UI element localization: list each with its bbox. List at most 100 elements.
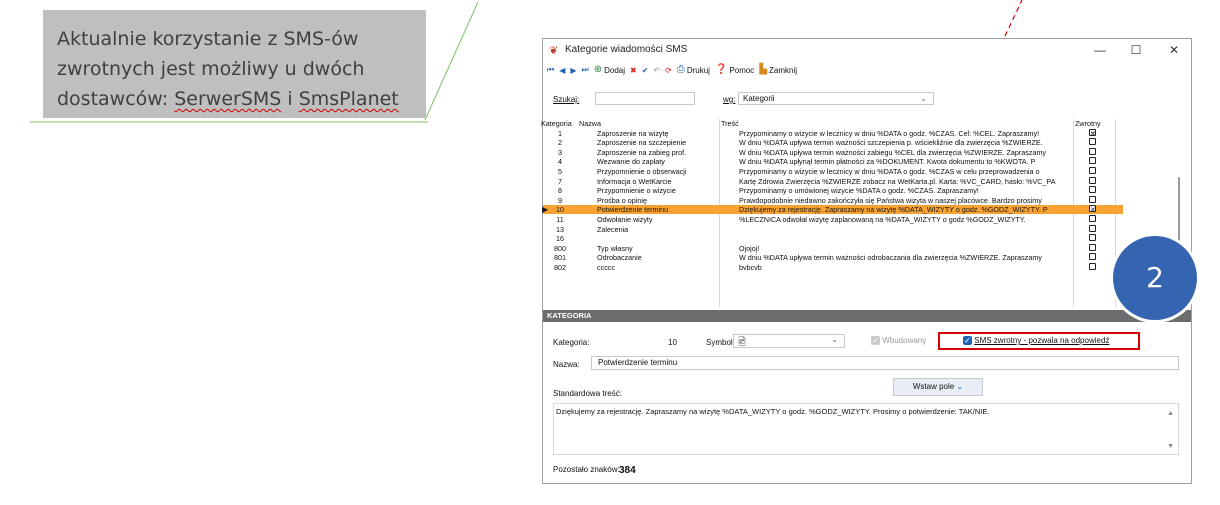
table-row[interactable]: 801 Odrobaczanie W dniu %DATA upływa termi… (543, 253, 1123, 263)
checkbox-empty-icon[interactable] (1089, 234, 1096, 242)
next-record-icon[interactable]: ▶ (570, 66, 576, 75)
table-row[interactable]: 800 Typ własny Ojojoj! (543, 243, 1123, 253)
insert-field-button[interactable]: Wstaw pole ⌄ (893, 378, 983, 396)
maximize-button[interactable]: ☐ (1121, 41, 1151, 59)
std-content-textarea[interactable]: Dziękujemy za rejestrację. Zapraszamy na… (553, 403, 1179, 455)
cell-content: Dziękujemy za rejestrację. Zapraszamy na… (739, 205, 1048, 215)
cell-category: 801 (554, 253, 566, 263)
table-row[interactable]: 3 Zaproszenie na zabieg prof. W dniu %DATA… (543, 147, 1123, 157)
prev-record-icon[interactable]: ◀ (559, 66, 565, 75)
callout-line-1: Aktualnie korzystanie z SMS-ów (57, 28, 359, 50)
checkbox-checked-icon: ✓ (963, 336, 972, 346)
provider-serwersms: SerwerSMS (174, 88, 282, 110)
exit-door-icon: ▙ (759, 64, 768, 75)
cell-name: Zaproszenie na wizytę (597, 128, 669, 138)
cell-content: W dniu %DATA upływa termin ważności odro… (739, 253, 1042, 263)
search-by-label: wg: (723, 95, 736, 104)
cell-category: 5 (558, 166, 562, 176)
grid-header: Kategoria Nazwa Treść Zwrotny (541, 119, 1183, 128)
print-button-label: Drukuj (686, 65, 710, 75)
printer-icon: ⎙ (676, 64, 685, 75)
close-button[interactable]: ✕ (1159, 41, 1189, 59)
first-record-icon[interactable]: ⏮ (547, 65, 554, 75)
checkbox-empty-icon[interactable] (1089, 186, 1096, 194)
sms-categories-window: ❦ Kategorie wiadomości SMS — ☐ ✕ ⏮ ◀ ▶ ⏭… (541, 38, 1192, 484)
undo-icon[interactable]: ↶ (653, 66, 660, 75)
cell-category: 800 (554, 243, 566, 253)
callout-line-2: zwrotnych jest możliwy u dwóch (57, 58, 365, 80)
col-content[interactable]: Treść (721, 119, 739, 128)
checkbox-checked-icon[interactable]: ✕ (1089, 205, 1096, 213)
cell-name: ccccc (597, 262, 615, 272)
cell-name: Odrobaczanie (597, 253, 642, 263)
table-row[interactable]: 802 ccccc bvbcvb (543, 262, 1123, 272)
table-row[interactable]: 16 (543, 234, 1123, 244)
add-button[interactable]: ⊕ Dodaj (594, 65, 625, 75)
scroll-up-icon[interactable]: ▲ (1167, 410, 1174, 417)
print-button[interactable]: ⎙ Drukuj (677, 65, 710, 75)
minimize-button[interactable]: — (1085, 41, 1115, 59)
checkbox-empty-icon[interactable] (1089, 243, 1096, 251)
cell-name: Przypomnienie o obserwacji (597, 166, 687, 176)
refresh-icon[interactable]: ⟳ (665, 66, 672, 75)
symbol-select[interactable]: 🖻 ⌄ (733, 334, 845, 348)
provider-smsplanet: SmsPlanet (298, 88, 399, 110)
help-button[interactable]: ❓ Pomoc (715, 65, 754, 75)
search-by-select[interactable]: Kategorii ⌄ (738, 92, 934, 105)
checkbox-empty-icon[interactable] (1089, 157, 1096, 165)
checkbox-empty-icon[interactable] (1089, 214, 1096, 222)
step-badge: 2 (1113, 236, 1197, 320)
cell-name: Przypomnienie o wizycie (597, 186, 676, 196)
col-reply[interactable]: Zwrotny (1075, 119, 1101, 128)
close-window-button[interactable]: ▙ Zamknij (759, 65, 797, 75)
cell-category: 9 (558, 195, 562, 205)
name-field[interactable]: Potwierdzenie terminu (591, 356, 1179, 370)
table-row[interactable]: 8 Przypomnienie o wizycie Przypominamy o u… (543, 186, 1123, 196)
checkbox-empty-icon[interactable] (1089, 224, 1096, 232)
callout-line-3: dostawców: SerwerSMS i SmsPlanet (57, 84, 416, 114)
title-bar: ❦ Kategorie wiadomości SMS — ☐ ✕ (543, 39, 1191, 61)
table-row[interactable]: 13 Zalecenia (543, 224, 1123, 234)
callout-line-3-prefix: dostawców: (57, 88, 175, 110)
section-header: KATEGORIA (543, 310, 1191, 322)
checkbox-empty-icon[interactable] (1089, 147, 1096, 155)
table-row[interactable]: 5 Przypomnienie o obserwacji Przypominamy … (543, 166, 1123, 176)
checkbox-empty-icon[interactable] (1089, 176, 1096, 184)
symbol-picture-icon: 🖻 (738, 337, 747, 348)
cell-name: Informacja o WetKarcie (597, 176, 672, 186)
cell-name: Potwierdzenie terminu (597, 205, 669, 215)
reply-sms-checkbox[interactable]: ✓ SMS zwrotny - pozwala na odpowiedź (963, 336, 1109, 346)
builtin-label: Wbudowany (882, 336, 927, 345)
insert-field-label: Wstaw pole (912, 382, 955, 391)
category-form: Kategoria: 10 Symbol: 🖻 ⌄ ✓ Wbudowany ✓ … (543, 323, 1191, 483)
delete-icon[interactable]: ✖ (630, 66, 637, 75)
table-row[interactable]: 7 Informacja o WetKarcie Kartę Zdrowia Zwi… (543, 176, 1123, 186)
table-row[interactable]: 1 Zaproszenie na wizytę Przypominamy o wiz… (543, 128, 1123, 138)
checkbox-empty-icon[interactable] (1089, 195, 1096, 203)
table-row[interactable]: ▶ 10 Potwierdzenie terminu Dziękujemy za re… (542, 204, 1123, 215)
app-icon: ❦ (549, 45, 559, 57)
cell-name: Zalecenia (597, 224, 629, 234)
last-record-icon[interactable]: ⏭ (582, 65, 589, 75)
checkbox-checked-icon[interactable]: ✕ (1089, 128, 1096, 136)
search-input[interactable] (595, 92, 695, 105)
cell-content: W dniu %DATA upłynął termin płatności za… (739, 157, 1036, 167)
col-name[interactable]: Nazwa (579, 119, 601, 128)
chevron-down-icon: ⌄ (831, 335, 838, 344)
table-row[interactable]: 4 Wezwanie do zapłaty W dniu %DATA upłynął… (543, 157, 1123, 167)
plus-circle-icon: ⊕ (593, 64, 603, 75)
checkbox-empty-icon[interactable] (1089, 262, 1096, 270)
checkbox-empty-icon[interactable] (1089, 138, 1096, 146)
checkbox-empty-icon[interactable] (1089, 166, 1096, 174)
col-category[interactable]: Kategoria (541, 119, 572, 128)
builtin-checkbox[interactable]: ✓ Wbudowany (871, 336, 927, 346)
scroll-down-icon[interactable]: ▼ (1167, 443, 1174, 450)
category-value: 10 (668, 338, 677, 347)
checkbox-empty-icon[interactable] (1089, 253, 1096, 261)
search-bar: Szukaj: wg: Kategorii ⌄ (553, 92, 1183, 108)
confirm-icon[interactable]: ✔ (642, 66, 649, 75)
table-row[interactable]: 9 Prośba o opinię Prawdopodobnie niedawno … (543, 195, 1123, 205)
table-row[interactable]: 2 Zaproszenie na szczepienie W dniu %DATA … (543, 138, 1123, 148)
table-row[interactable]: 11 Odwołanie wizyty %LECZNICA odwołał wizy… (543, 214, 1123, 224)
cell-category: 7 (558, 176, 562, 186)
